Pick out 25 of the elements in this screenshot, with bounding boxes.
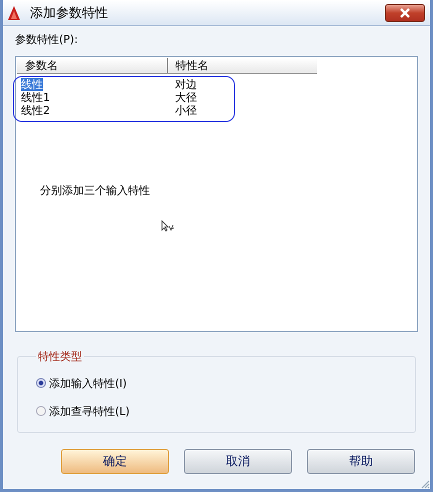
dialog-button[interactable]: 确定	[61, 449, 169, 474]
close-button[interactable]	[385, 4, 425, 22]
radio-option[interactable]: 添加输入特性(I)	[36, 376, 401, 390]
resize-grip-icon	[420, 479, 430, 489]
column-header[interactable]: 参数名	[17, 58, 168, 73]
table-cell[interactable]: 大径	[175, 91, 197, 104]
radio-button[interactable]	[36, 406, 46, 416]
list-box[interactable]: 参数名 特性名 线性 对边 线性1 大径 线性2 小径 分别添加三个输入特性	[15, 56, 418, 332]
dialog-button[interactable]: 取消	[184, 449, 292, 474]
table-cell[interactable]: 对边	[175, 78, 197, 91]
logo-icon	[6, 4, 22, 20]
table-cell[interactable]: 线性1	[21, 91, 50, 104]
cursor-icon	[161, 220, 175, 232]
table-cell[interactable]: 小径	[175, 104, 197, 117]
table-cell[interactable]: 线性	[21, 78, 43, 91]
group-legend: 特性类型	[36, 349, 84, 364]
table-cell[interactable]: 线性2	[21, 104, 50, 117]
column-header[interactable]: 特性名	[168, 58, 317, 73]
radio-option[interactable]: 添加查寻特性(L)	[36, 404, 401, 418]
close-icon	[400, 8, 410, 18]
radio-button[interactable]	[36, 378, 46, 388]
window-title: 添加参数特性	[30, 4, 109, 22]
dialog-button[interactable]: 帮助	[307, 449, 415, 474]
annotation-text: 分别添加三个输入特性	[40, 183, 150, 198]
list-label: 参数特性(P):	[15, 32, 79, 48]
